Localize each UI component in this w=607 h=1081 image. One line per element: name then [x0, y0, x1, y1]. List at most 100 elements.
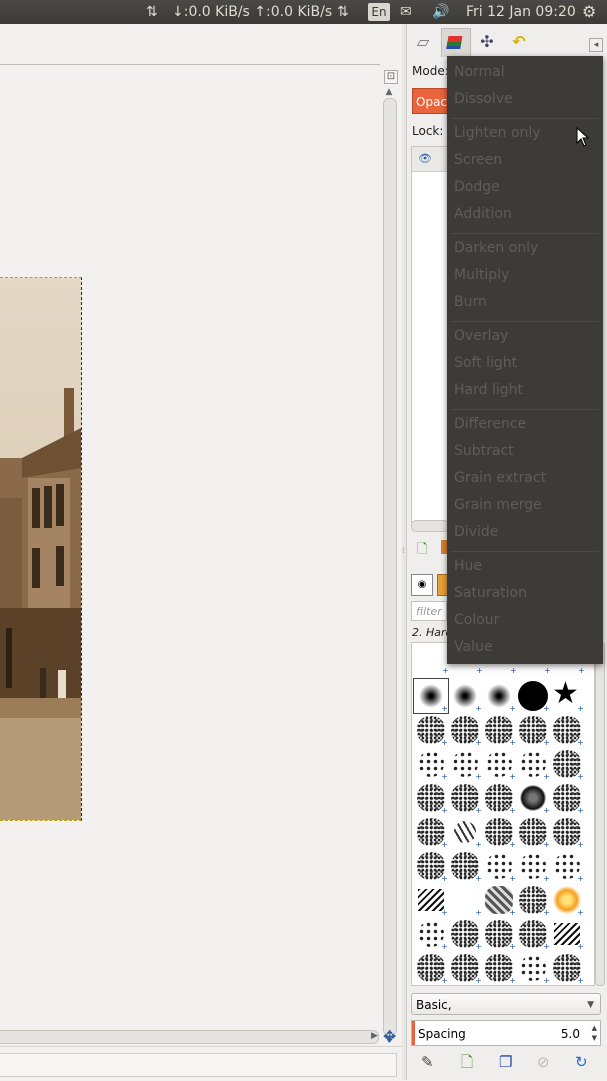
brush-thumbnail[interactable]: + [550, 849, 584, 883]
image-canvas-area[interactable]: ⊡ ▲ ▼ ▶ ✥ [0, 24, 402, 1081]
brush-thumbnail[interactable]: + [448, 917, 482, 951]
layers-horizontal-scrollbar[interactable] [411, 520, 449, 532]
brush-thumbnail[interactable]: + [516, 747, 550, 781]
brush-thumbnail[interactable]: + [550, 951, 584, 985]
mail-icon[interactable]: ✉ [400, 0, 422, 24]
brush-thumbnail[interactable]: + [448, 883, 482, 917]
brush-thumbnail[interactable]: + [482, 713, 516, 747]
sepia-photo-layer[interactable] [0, 277, 82, 821]
mode-menu-item[interactable]: Hue [454, 553, 482, 580]
brush-thumbnail[interactable]: + [414, 713, 448, 747]
mode-menu-item[interactable]: Hard light [454, 377, 523, 404]
network-activity-icon[interactable]: ⇅ [146, 0, 166, 24]
brush-thumbnail[interactable]: + [414, 883, 448, 917]
mode-menu-item[interactable]: Lighten only [454, 120, 541, 147]
navigate-crosshair-icon[interactable]: ✥ [383, 1029, 396, 1045]
volume-icon[interactable]: 🔊 [432, 0, 454, 24]
clock[interactable]: Fri 12 Jan 09:20 [466, 0, 576, 24]
brush-thumbnail[interactable]: ★ + [550, 677, 584, 713]
brush-thumbnail[interactable]: + [482, 883, 516, 917]
brush-thumbnail[interactable]: + [516, 679, 550, 713]
network-connection-icon[interactable]: ⇅ [337, 0, 357, 24]
mode-menu-item[interactable]: Multiply [454, 262, 509, 289]
brush-thumbnail[interactable]: + [516, 713, 550, 747]
duplicate-brush-icon[interactable]: ❐ [499, 1052, 512, 1072]
brush-thumbnail[interactable]: + [448, 815, 482, 849]
brush-filter-input[interactable]: filter [411, 601, 447, 621]
eye-icon[interactable]: 👁 [418, 152, 432, 165]
layers-list[interactable]: 👁 [411, 146, 449, 522]
brush-thumbnail[interactable]: + [448, 679, 482, 713]
mode-menu-item[interactable]: Screen [454, 147, 502, 174]
brush-thumbnail[interactable]: + [414, 747, 448, 781]
brush-thumbnail[interactable]: + [550, 815, 584, 849]
navigate-image-button[interactable]: ⊡ [384, 70, 398, 84]
brush-thumbnail[interactable]: + [448, 781, 482, 815]
layers-tab-icon[interactable] [441, 28, 471, 57]
brush-thumbnail[interactable]: + [414, 815, 448, 849]
brush-thumbnail[interactable]: + [414, 917, 448, 951]
spacing-slider[interactable]: Spacing 5.0 ▲ ▼ [411, 1020, 601, 1046]
brush-thumbnail[interactable]: + [448, 713, 482, 747]
brush-thumbnail[interactable]: + [448, 951, 482, 985]
mode-menu-item[interactable]: Darken only [454, 235, 538, 262]
scroll-right-arrow-icon[interactable]: ▶ [371, 1030, 381, 1042]
undo-history-tab-icon[interactable]: ↶ [505, 28, 533, 56]
brush-thumbnail[interactable]: + [550, 917, 584, 951]
divider-grip-icon[interactable]: ⁞ [402, 547, 405, 555]
mode-menu-item[interactable]: Value [454, 634, 492, 661]
brush-thumbnail[interactable]: + [414, 951, 448, 985]
brush-grid[interactable]: + + + + ★ + + + + + + + + + + + + + + + + + + + + + + + + + + + + + + + + + + +… [411, 642, 595, 986]
brush-thumbnail[interactable]: + [482, 917, 516, 951]
mode-menu-item[interactable]: Grain extract [454, 465, 546, 492]
keyboard-layout-indicator[interactable]: En [368, 3, 390, 21]
delete-brush-icon[interactable]: ⊘ [537, 1052, 550, 1072]
opacity-slider[interactable]: Opacity [412, 88, 448, 114]
mode-menu-item[interactable]: Difference [454, 411, 526, 438]
brush-thumbnail[interactable]: + [516, 883, 550, 917]
brush-thumbnail[interactable]: + [550, 883, 584, 917]
channels-tab-icon[interactable]: ▱ [409, 28, 437, 56]
dock-menu-button[interactable]: ◂ [589, 38, 603, 52]
layer-mode-menu[interactable]: Normal Dissolve Lighten only Screen Dodge Add… [447, 56, 603, 664]
brush-thumbnail[interactable]: + [414, 849, 448, 883]
brush-thumbnail[interactable]: + [413, 678, 449, 714]
brush-thumbnail[interactable]: + [482, 781, 516, 815]
brush-thumbnail[interactable]: + [448, 849, 482, 883]
mode-menu-item[interactable]: Dodge [454, 174, 500, 201]
mode-menu-item[interactable]: Grain merge [454, 492, 542, 519]
brush-thumbnail[interactable]: + [482, 815, 516, 849]
brush-thumbnail[interactable]: + [448, 747, 482, 781]
edit-brush-icon[interactable]: ✎ [421, 1052, 434, 1072]
brush-thumbnail[interactable]: + [482, 747, 516, 781]
paths-tab-icon[interactable]: ✣ [473, 28, 501, 56]
gear-icon[interactable]: ⚙ [582, 0, 602, 24]
brush-thumbnail[interactable]: + [482, 679, 516, 713]
mode-menu-item[interactable]: Saturation [454, 580, 527, 607]
brush-thumbnail[interactable]: + [550, 781, 584, 815]
brush-thumbnail[interactable]: + [482, 951, 516, 985]
brush-thumbnail[interactable]: + [550, 713, 584, 747]
brushes-tab-icon[interactable]: ◉ [411, 574, 433, 596]
spacing-stepper[interactable]: ▲ ▼ [592, 1023, 597, 1043]
mode-menu-item[interactable]: Dissolve [454, 86, 513, 113]
brush-preset-dropdown[interactable]: Basic, ▼ [411, 993, 601, 1015]
scroll-up-arrow-icon[interactable]: ▲ [383, 86, 395, 98]
mode-menu-item[interactable]: Normal [454, 59, 505, 86]
brush-thumbnail[interactable]: + [516, 951, 550, 985]
brush-thumbnail[interactable]: + [550, 747, 584, 781]
brush-thumbnail[interactable]: + [414, 781, 448, 815]
refresh-brushes-icon[interactable]: ↻ [575, 1052, 588, 1072]
vertical-scrollbar[interactable]: ▲ ▼ [383, 86, 397, 1046]
brush-thumbnail[interactable]: + [482, 849, 516, 883]
brush-thumbnail[interactable]: + [516, 815, 550, 849]
new-brush-icon[interactable]: 🗋 [461, 1052, 473, 1072]
network-speed-indicator[interactable]: ↓:0.0 KiB/s ↑:0.0 KiB/s [172, 0, 332, 24]
mode-menu-item[interactable]: Addition [454, 201, 512, 228]
mode-menu-item[interactable]: Burn [454, 289, 487, 316]
mode-menu-item[interactable]: Overlay [454, 323, 508, 350]
brush-grid-scrollbar[interactable] [595, 642, 605, 986]
mode-menu-item[interactable]: Soft light [454, 350, 517, 377]
brush-thumbnail[interactable]: + [516, 849, 550, 883]
mode-menu-item[interactable]: Colour [454, 607, 499, 634]
